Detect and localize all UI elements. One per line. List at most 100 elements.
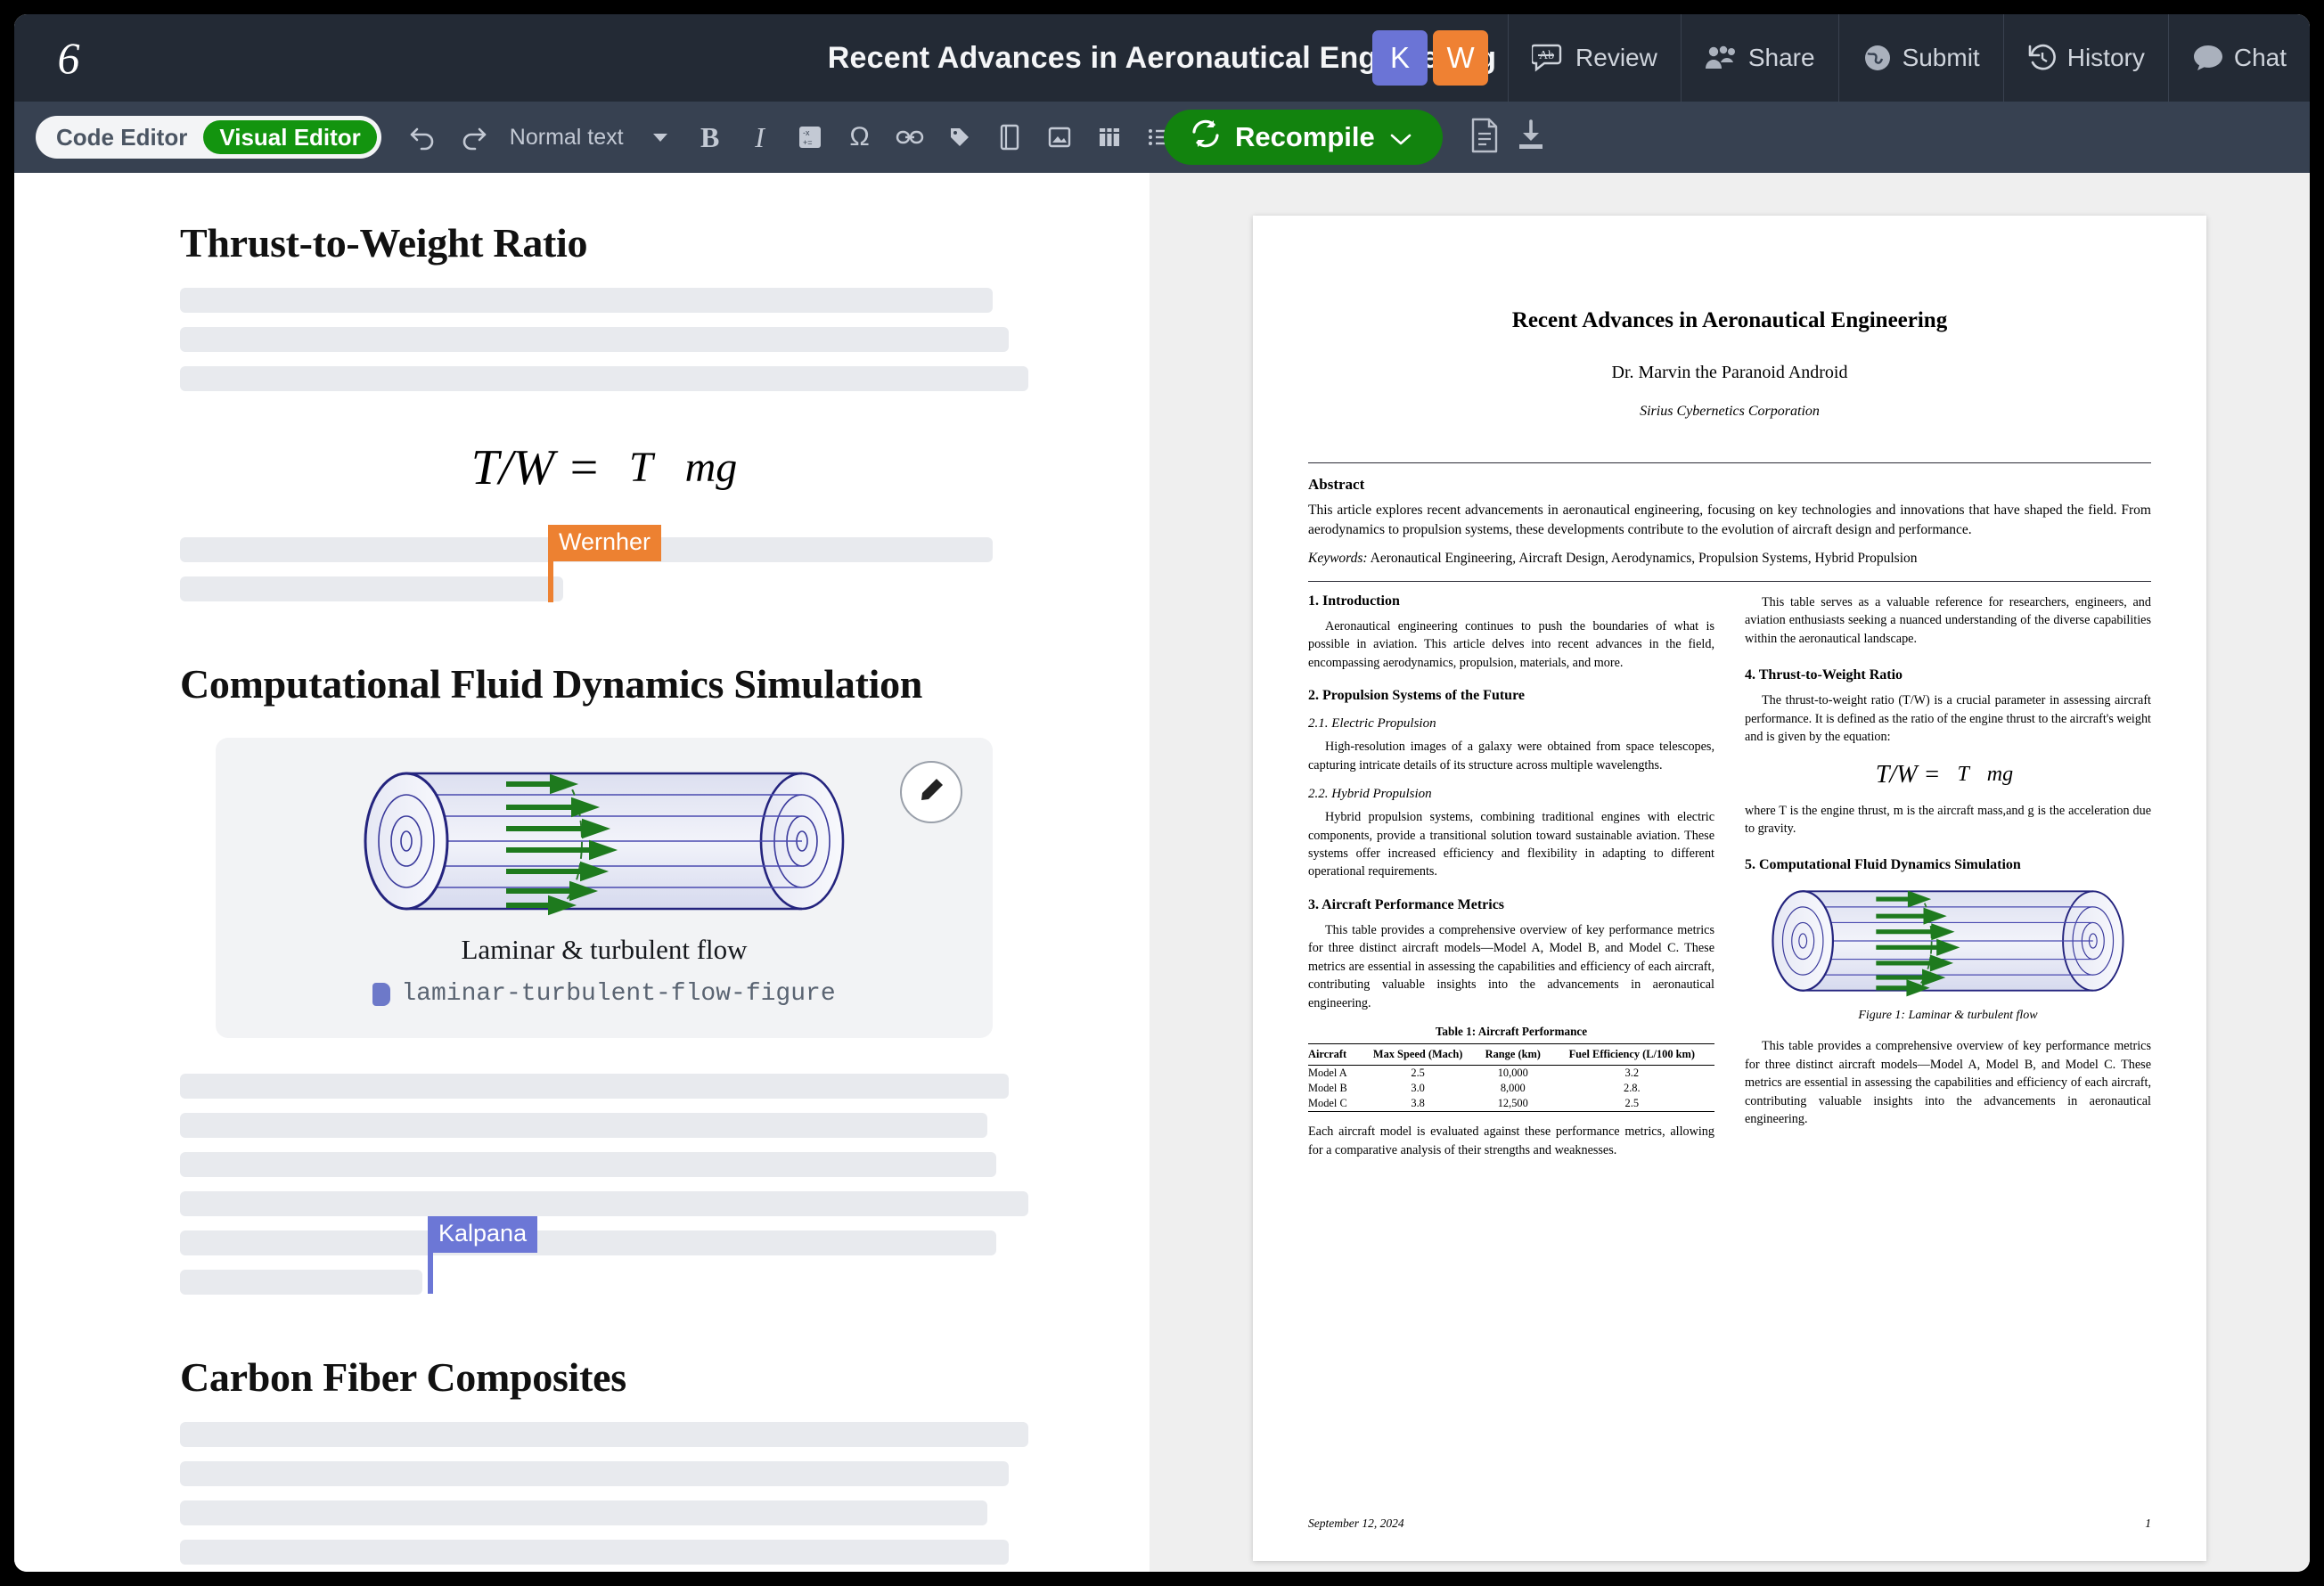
table-row: Model C 3.8 12,500 2.5 bbox=[1308, 1096, 1714, 1112]
table-button[interactable] bbox=[1087, 115, 1132, 159]
text-placeholder-line bbox=[180, 1422, 1028, 1447]
table-column-header: Max Speed (Mach) bbox=[1372, 1048, 1463, 1061]
formula-fraction: T mg bbox=[1950, 763, 2020, 786]
laminar-turbulent-flow-figure-icon bbox=[364, 772, 845, 916]
pdf-paragraph: The thrust-to-weight ratio (T/W) is a cr… bbox=[1745, 693, 2151, 745]
figure-label-text: laminar-turbulent-flow-figure bbox=[401, 980, 836, 1008]
app-logo-icon[interactable]: 6 bbox=[14, 32, 107, 84]
svg-text:-x: -x bbox=[803, 128, 810, 137]
redo-icon[interactable] bbox=[451, 115, 495, 159]
pdf-paragraph: This table provides a comprehensive over… bbox=[1308, 922, 1714, 1010]
table-caption: Table 1: Aircraft Performance bbox=[1435, 1025, 1588, 1039]
chevron-down-icon[interactable] bbox=[1389, 121, 1412, 153]
table-cell: 2.5 bbox=[1411, 1067, 1425, 1080]
citation-button[interactable] bbox=[987, 115, 1032, 159]
image-button[interactable] bbox=[1037, 115, 1082, 159]
italic-button[interactable]: I bbox=[738, 115, 782, 159]
pdf-figure-caption: Figure 1: Laminar & turbulent flow bbox=[1858, 1009, 2038, 1023]
table-cell: 2.5 bbox=[1624, 1097, 1640, 1110]
text-placeholder-line bbox=[180, 1074, 1009, 1099]
review-button[interactable]: Ab Review bbox=[1508, 14, 1681, 102]
share-label: Share bbox=[1747, 44, 1815, 71]
avatar[interactable]: K bbox=[1372, 30, 1428, 86]
text-placeholder-line bbox=[180, 1461, 1009, 1486]
pdf-author: Dr. Marvin the Paranoid Android bbox=[1611, 363, 1848, 382]
formula-numerator: T bbox=[628, 443, 653, 491]
table-cell: Model A bbox=[1308, 1067, 1347, 1080]
symbol-button[interactable]: Ω bbox=[838, 115, 882, 159]
comment-tag-kalpana[interactable]: Kalpana bbox=[428, 1216, 538, 1294]
pdf-column-right: This table serves as a valuable referenc… bbox=[1745, 593, 2151, 1169]
chevron-down-icon[interactable] bbox=[638, 115, 683, 159]
pdf-preview-pane[interactable]: Recent Advances in Aeronautical Engineer… bbox=[1150, 173, 2310, 1572]
text-placeholder-line bbox=[180, 576, 563, 601]
aircraft-performance-table: Aircraft Max Speed (Mach) Range (km) Fue… bbox=[1308, 1043, 1714, 1112]
document-log-icon[interactable] bbox=[1469, 118, 1500, 158]
formula-lhs: T/W = bbox=[1875, 760, 1941, 789]
pdf-paragraph: This table serves as a valuable referenc… bbox=[1745, 594, 2151, 646]
review-label: Review bbox=[1575, 44, 1657, 71]
history-icon bbox=[2027, 43, 2058, 73]
table-cell: 8,000 bbox=[1500, 1082, 1526, 1095]
text-placeholder-line bbox=[180, 1152, 996, 1177]
pdf-heading-4: 4. Thrust-to-Weight Ratio bbox=[1745, 667, 1903, 683]
pdf-heading-5: 5. Computational Fluid Dynamics Simulati… bbox=[1745, 857, 2021, 873]
link-button[interactable] bbox=[888, 115, 932, 159]
label-chip-icon bbox=[372, 982, 391, 1006]
submit-icon bbox=[1862, 43, 1893, 73]
history-label: History bbox=[2066, 44, 2145, 71]
bold-button[interactable]: B bbox=[688, 115, 732, 159]
visual-editor-tab[interactable]: Visual Editor bbox=[203, 120, 377, 154]
keywords-value: Aeronautical Engineering, Aircraft Desig… bbox=[1370, 550, 1918, 566]
text-placeholder-line bbox=[180, 288, 993, 313]
text-placeholder-line bbox=[180, 1540, 1009, 1565]
figure-card[interactable]: Laminar & turbulent flow laminar-turbule… bbox=[216, 738, 993, 1038]
visual-editor-pane[interactable]: Thrust-to-Weight Ratio T/W = T mg Wernhe… bbox=[14, 173, 1150, 1572]
pdf-paragraph: This table provides a comprehensive over… bbox=[1745, 1039, 2151, 1127]
submit-label: Submit bbox=[1902, 44, 1980, 71]
pdf-affiliation: Sirius Cybernetics Corporation bbox=[1640, 404, 1820, 419]
editor-formula-thrust-weight[interactable]: T/W = T mg bbox=[180, 439, 1043, 496]
avatar[interactable]: W bbox=[1433, 30, 1489, 86]
formula-denominator: mg bbox=[684, 443, 738, 491]
footer-page-number: 1 bbox=[2145, 1517, 2151, 1530]
table-row: Model B 3.0 8,000 2.8. bbox=[1308, 1081, 1714, 1096]
chat-icon bbox=[2192, 44, 2224, 72]
pdf-heading-2-2: 2.2. Hybrid Propulsion bbox=[1308, 787, 1432, 802]
table-cell: 3.2 bbox=[1624, 1067, 1640, 1080]
share-button[interactable]: Share bbox=[1680, 14, 1838, 102]
editor-heading-thrust: Thrust-to-Weight Ratio bbox=[180, 220, 588, 266]
divider bbox=[1308, 462, 2151, 463]
comment-tag-wernher[interactable]: Wernher bbox=[548, 525, 662, 602]
text-placeholder-line bbox=[180, 1230, 996, 1255]
pdf-paragraph: Aeronautical engineering continues to pu… bbox=[1308, 618, 1714, 670]
recompile-side-actions bbox=[1469, 118, 1546, 158]
figure-label[interactable]: laminar-turbulent-flow-figure bbox=[242, 980, 966, 1008]
commented-paragraph-2: Kalpana bbox=[180, 1074, 1043, 1295]
math-button[interactable]: -x += bbox=[788, 115, 832, 159]
divider bbox=[1308, 580, 2151, 582]
download-icon[interactable] bbox=[1516, 119, 1546, 157]
tag-button[interactable] bbox=[937, 115, 982, 159]
application-window: 6 Recent Advances in Aeronautical Engine… bbox=[14, 14, 2310, 1572]
pdf-paragraph: High-resolution images of a galaxy were … bbox=[1308, 740, 1714, 773]
code-editor-tab[interactable]: Code Editor bbox=[40, 120, 203, 154]
chat-button[interactable]: Chat bbox=[2167, 14, 2310, 102]
chat-label: Chat bbox=[2233, 44, 2287, 71]
table-header-row: Aircraft Max Speed (Mach) Range (km) Fue… bbox=[1308, 1043, 1714, 1066]
edit-figure-button[interactable] bbox=[900, 761, 962, 823]
table-column-header: Range (km) bbox=[1485, 1048, 1541, 1061]
text-style-select[interactable]: Normal text bbox=[501, 115, 633, 159]
pdf-two-column-body: 1. Introduction Aeronautical engineering… bbox=[1308, 593, 2151, 1169]
recompile-button[interactable]: Recompile bbox=[1164, 110, 1443, 165]
undo-icon[interactable] bbox=[401, 115, 446, 159]
footer-date: September 12, 2024 bbox=[1308, 1517, 1404, 1530]
comment-author: Wernher bbox=[559, 528, 651, 555]
history-button[interactable]: History bbox=[2002, 14, 2168, 102]
refresh-icon bbox=[1191, 119, 1221, 155]
pdf-paragraph: where T is the engine thrust, m is the a… bbox=[1745, 803, 2151, 836]
recompile-label: Recompile bbox=[1235, 121, 1375, 152]
formatting-tools: Normal text B I -x += Ω bbox=[401, 115, 1232, 159]
submit-button[interactable]: Submit bbox=[1837, 14, 2003, 102]
pdf-heading-2: 2. Propulsion Systems of the Future bbox=[1308, 688, 1525, 704]
